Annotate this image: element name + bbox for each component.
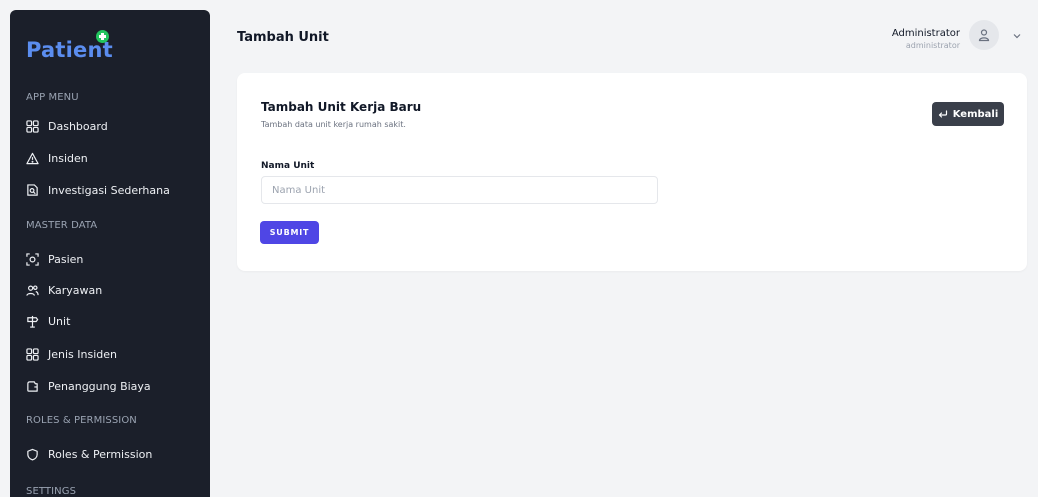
document-search-icon [26,183,39,197]
sidebar-item-label: Jenis Insiden [48,347,117,361]
sidebar: Patient APP MENU Dashboard Insiden Inves… [10,10,210,497]
sidebar-item-insiden[interactable]: Insiden [26,148,206,168]
page-title: Tambah Unit [237,30,329,45]
sidebar-item-jenis-insiden[interactable]: Jenis Insiden [26,344,206,364]
sidebar-item-penanggung-biaya[interactable]: Penanggung Biaya [26,376,206,396]
nama-unit-label: Nama Unit [261,161,315,171]
section-label-roles-permission: ROLES & PERMISSION [26,415,137,426]
sidebar-item-investigasi-sederhana[interactable]: Investigasi Sederhana [26,180,206,200]
back-button-label: Kembali [952,108,999,120]
form-title: Tambah Unit Kerja Baru [261,100,422,114]
sidebar-item-label: Unit [48,314,71,328]
sidebar-item-pasien[interactable]: Pasien [26,249,206,269]
submit-button[interactable]: SUBMIT [260,221,319,244]
sidebar-item-label: Penanggung Biaya [48,379,151,393]
user-name[interactable]: Administrator [892,28,960,39]
grid-icon [26,119,39,133]
sidebar-item-label: Karyawan [48,283,103,297]
form-card: Tambah Unit Kerja Baru Tambah data unit … [237,73,1027,271]
users-icon [26,284,39,297]
signpost-icon [26,315,39,328]
user-role: administrator [905,41,960,50]
section-label-app-menu: APP MENU [26,92,79,103]
wallet-icon [26,380,39,393]
sidebar-item-label: Roles & Permission [48,447,153,461]
user-icon [977,28,991,42]
sidebar-item-label: Insiden [48,151,88,165]
return-arrow-icon [938,110,947,118]
face-scan-icon [26,252,39,266]
sidebar-item-label: Investigasi Sederhana [48,183,170,197]
sidebar-item-label: Pasien [48,252,84,266]
plus-circle-icon [96,30,109,43]
nama-unit-input[interactable] [261,176,658,204]
warning-triangle-icon [26,152,39,165]
chevron-down-icon[interactable] [1011,30,1023,42]
sidebar-item-label: Dashboard [48,119,108,133]
section-label-settings: SETTINGS [26,486,77,497]
avatar[interactable] [969,20,999,50]
back-button[interactable]: Kembali [932,102,1004,126]
sidebar-item-roles-permission[interactable]: Roles & Permission [26,444,206,464]
form-subtitle: Tambah data unit kerja rumah sakit. [261,120,406,129]
sidebar-item-dashboard[interactable]: Dashboard [26,116,206,136]
shield-icon [26,448,39,461]
grid-icon [26,347,39,361]
sidebar-item-karyawan[interactable]: Karyawan [26,280,206,300]
sidebar-item-unit[interactable]: Unit [26,311,206,331]
section-label-master-data: MASTER DATA [26,220,98,231]
